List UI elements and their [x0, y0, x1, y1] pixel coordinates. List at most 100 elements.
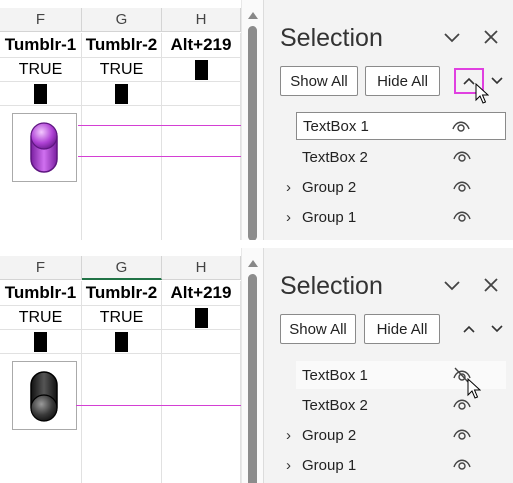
scroll-up-arrow-icon[interactable] — [248, 12, 258, 19]
cell-f-value[interactable]: TRUE — [0, 58, 82, 82]
close-icon[interactable] — [482, 276, 500, 300]
block-char — [194, 307, 208, 328]
show-all-button[interactable]: Show All — [280, 314, 356, 344]
scroll-thumb[interactable] — [248, 274, 257, 483]
visibility-eye-icon[interactable] — [452, 456, 472, 472]
cell-h-empty[interactable] — [162, 354, 241, 483]
cell-g-header[interactable]: Tumblr-2 — [82, 33, 162, 58]
cell-g-header[interactable]: Tumblr-2 — [82, 281, 162, 306]
cell-h-empty[interactable] — [162, 106, 241, 240]
toggle-switch-shape[interactable] — [12, 361, 77, 430]
expand-chevron-icon[interactable]: › — [286, 427, 291, 444]
chevron-down-icon — [491, 77, 503, 85]
cell-g-value[interactable]: TRUE — [82, 58, 162, 82]
column-letter: H — [195, 11, 207, 28]
show-all-button[interactable]: Show All — [280, 66, 358, 96]
pane-item-textbox-1[interactable]: TextBox 1 — [296, 112, 506, 140]
cell-f-value[interactable]: TRUE — [0, 306, 82, 330]
column-header-f[interactable]: F — [0, 8, 82, 32]
cell-g-value[interactable]: TRUE — [82, 306, 162, 330]
worksheet: F G H Tumblr-1 Tumblr-2 Alt+219 TRUE TRU… — [0, 248, 300, 483]
hide-all-button[interactable]: Hide All — [364, 314, 440, 344]
pane-item-label: Group 2 — [302, 178, 357, 196]
pane-item-label: TextBox 2 — [302, 148, 368, 166]
pane-item-group-1[interactable]: › Group 1 — [286, 203, 506, 231]
column-header-g[interactable]: G — [82, 256, 162, 280]
scroll-up-arrow-icon[interactable] — [248, 260, 258, 267]
visibility-eye-icon[interactable] — [451, 118, 471, 134]
send-backward-button[interactable] — [486, 70, 508, 92]
pane-item-group-1[interactable]: › Group 1 — [286, 451, 506, 479]
cell-h-value[interactable] — [162, 58, 241, 82]
cell-h-header[interactable]: Alt+219 — [162, 281, 241, 306]
hide-all-button[interactable]: Hide All — [365, 66, 440, 96]
cell-h-empty[interactable] — [162, 82, 241, 106]
pane-item-label: TextBox 1 — [302, 366, 368, 384]
vertical-scrollbar[interactable] — [241, 0, 263, 240]
close-icon[interactable] — [482, 28, 500, 52]
column-letter: G — [115, 258, 128, 276]
column-header-f[interactable]: F — [0, 256, 82, 280]
cell-f-header[interactable]: Tumblr-1 — [0, 281, 82, 306]
chevron-up-icon — [463, 77, 475, 85]
cell-h-empty[interactable] — [162, 330, 241, 354]
screen-top: F G H Tumblr-1 Tumblr-2 Alt+219 TRUE TRU… — [0, 0, 513, 240]
toggle-on-icon — [30, 122, 58, 173]
pane-item-textbox-2[interactable]: TextBox 2 — [296, 143, 506, 171]
column-letter: G — [115, 11, 128, 28]
cell-g-block[interactable] — [82, 82, 162, 106]
column-letter: F — [35, 259, 46, 276]
pane-item-group-2[interactable]: › Group 2 — [286, 173, 506, 201]
expand-chevron-icon[interactable]: › — [286, 179, 291, 196]
block-char — [115, 331, 128, 352]
column-header-g[interactable]: G — [82, 8, 162, 32]
toggle-off-icon — [30, 371, 58, 422]
scroll-thumb[interactable] — [248, 26, 257, 240]
bring-forward-button[interactable] — [458, 318, 480, 340]
expand-chevron-icon[interactable]: › — [286, 209, 291, 226]
cell-f-block[interactable] — [0, 330, 82, 354]
visibility-eye-icon[interactable] — [452, 148, 472, 164]
pane-title: Selection — [280, 272, 383, 300]
column-header-h[interactable]: H — [162, 8, 241, 32]
cell-h-value[interactable] — [162, 306, 241, 330]
visibility-eye-icon[interactable] — [452, 178, 472, 194]
send-backward-button[interactable] — [486, 318, 508, 340]
chevron-down-icon — [491, 325, 503, 333]
column-header-h[interactable]: H — [162, 256, 241, 280]
pane-options-chevron-icon[interactable] — [442, 276, 462, 299]
pane-item-label: Group 1 — [302, 456, 357, 474]
pane-item-group-2[interactable]: › Group 2 — [286, 421, 506, 449]
selection-pane: Selection Show All Hide All TextBox 1 Te… — [263, 248, 513, 483]
visibility-eye-icon[interactable] — [452, 208, 472, 224]
cell-f-header[interactable]: Tumblr-1 — [0, 33, 82, 58]
cell-f-block[interactable] — [0, 82, 82, 106]
chevron-up-icon — [463, 325, 475, 333]
selection-pane: Selection Show All Hide All TextBox 1 Te… — [263, 0, 513, 240]
pane-item-label: Group 2 — [302, 426, 357, 444]
block-char — [194, 59, 208, 80]
visibility-eye-icon[interactable] — [452, 396, 472, 412]
block-char — [34, 331, 47, 352]
worksheet: F G H Tumblr-1 Tumblr-2 Alt+219 TRUE TRU… — [0, 0, 300, 240]
expand-chevron-icon[interactable]: › — [286, 457, 291, 474]
visibility-eye-icon[interactable] — [452, 426, 472, 442]
pane-item-textbox-2[interactable]: TextBox 2 — [296, 391, 506, 419]
pane-title: Selection — [280, 24, 383, 52]
screen-bottom: F G H Tumblr-1 Tumblr-2 Alt+219 TRUE TRU… — [0, 248, 513, 483]
cell-g-block[interactable] — [82, 330, 162, 354]
pane-options-chevron-icon[interactable] — [442, 28, 462, 51]
cell-g-empty[interactable] — [82, 106, 162, 240]
cell-g-empty[interactable] — [82, 354, 162, 483]
column-letter: F — [35, 11, 46, 28]
panel-separator — [0, 240, 513, 248]
block-char — [115, 83, 128, 104]
vertical-scrollbar[interactable] — [241, 248, 263, 483]
column-letter: H — [195, 259, 207, 276]
cell-h-header[interactable]: Alt+219 — [162, 33, 241, 58]
toggle-switch-shape[interactable] — [12, 113, 77, 182]
pane-item-label: TextBox 1 — [303, 117, 369, 135]
block-char — [34, 83, 47, 104]
pane-item-label: TextBox 2 — [302, 396, 368, 414]
mouse-pointer-icon — [475, 83, 489, 104]
